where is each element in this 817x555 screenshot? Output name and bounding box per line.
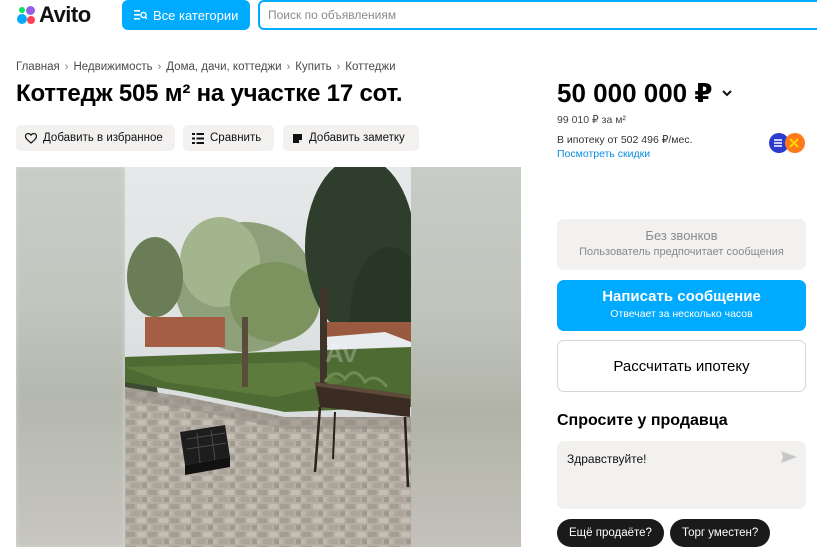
breadcrumb: Главная › Недвижимость › Дома, дачи, кот… [16, 61, 396, 73]
price-per-meter: 99 010 ₽ за м² [557, 114, 626, 126]
main-photo[interactable]: Av [125, 167, 411, 547]
price[interactable]: 50 000 000 ₽ [557, 78, 733, 109]
ask-seller-box: Здравствуйте! [557, 441, 806, 509]
all-categories-button[interactable]: Все категории [122, 0, 250, 30]
compare-icon [192, 132, 204, 144]
add-to-favorites-button[interactable]: Добавить в избранное [16, 125, 175, 151]
add-note-label: Добавить заметку [309, 132, 405, 144]
write-message-button[interactable]: Написать сообщение Отвечает за несколько… [557, 280, 806, 331]
no-calls-notice: Без звонков Пользователь предпочитает со… [557, 219, 806, 270]
gallery-blur-right [411, 167, 521, 547]
gallery-blur-left [16, 167, 125, 547]
calculate-mortgage-button[interactable]: Рассчитать ипотеку [557, 340, 806, 392]
compare-label: Сравнить [210, 132, 262, 144]
search-bar[interactable] [258, 0, 817, 30]
avito-logo[interactable]: Avito [16, 2, 91, 28]
compare-button[interactable]: Сравнить [183, 125, 274, 151]
breadcrumb-separator-icon: › [336, 61, 341, 73]
price-value: 50 000 000 ₽ [557, 78, 713, 108]
bank-logo-icon[interactable] [768, 132, 806, 154]
breadcrumb-real-estate[interactable]: Недвижимость [73, 61, 152, 73]
no-calls-title: Без звонков [645, 228, 718, 243]
chevron-down-icon [722, 90, 733, 97]
ask-seller-title: Спросите у продавца [557, 412, 728, 429]
write-message-label: Написать сообщение [602, 288, 761, 305]
no-calls-subtitle: Пользователь предпочитает сообщения [579, 246, 784, 258]
send-icon[interactable] [780, 450, 798, 464]
breadcrumb-separator-icon: › [157, 61, 162, 73]
breadcrumb-separator-icon: › [286, 61, 291, 73]
breadcrumb-houses[interactable]: Дома, дачи, коттеджи [166, 61, 281, 73]
add-to-favorites-label: Добавить в избранное [43, 132, 163, 144]
ask-seller-input[interactable]: Здравствуйте! [557, 441, 777, 509]
quick-question-still-selling[interactable]: Ещё продаёте? [557, 519, 664, 547]
page-title: Коттедж 505 м² на участке 17 сот. [16, 80, 403, 107]
quick-question-bargain[interactable]: Торг уместен? [670, 519, 771, 547]
breadcrumb-home[interactable]: Главная [16, 61, 60, 73]
response-time-label: Отвечает за несколько часов [610, 308, 753, 320]
note-icon [293, 133, 302, 143]
photo-gallery[interactable]: Av [16, 167, 521, 547]
avito-logo-dots-icon [16, 5, 36, 25]
mortgage-info: В ипотеку от 502 496 ₽/мес. [557, 134, 693, 146]
breadcrumb-cottages[interactable]: Коттеджи [345, 61, 395, 73]
catalog-icon [134, 10, 147, 20]
breadcrumb-separator-icon: › [64, 61, 69, 73]
breadcrumb-buy[interactable]: Купить [295, 61, 331, 73]
search-input[interactable] [260, 2, 817, 28]
logo-text: Avito [39, 2, 91, 27]
see-discounts-link[interactable]: Посмотреть скидки [557, 148, 650, 160]
add-note-button[interactable]: Добавить заметку [283, 125, 419, 151]
all-categories-label: Все категории [153, 7, 239, 23]
heart-icon [25, 132, 37, 144]
svg-text:Av: Av [325, 338, 358, 368]
